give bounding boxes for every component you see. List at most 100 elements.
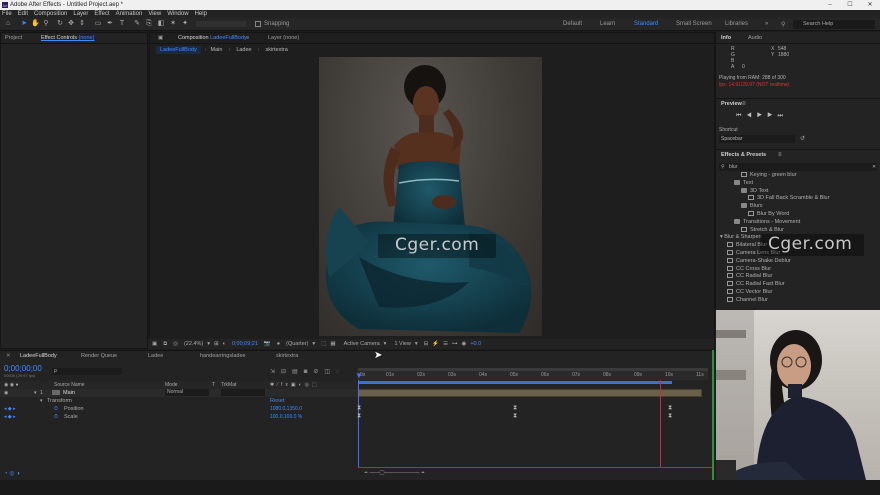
menu-composition[interactable]: Composition (34, 11, 67, 17)
playhead-line[interactable] (358, 380, 359, 468)
breadcrumb-skirtextra[interactable]: skirtextra (265, 47, 287, 53)
grid-icon[interactable]: ⊞ (214, 341, 219, 347)
layer-row-main[interactable]: ◉ ▾ 1 Main Normal (0, 389, 358, 397)
timeline-icon[interactable]: ☰ (443, 341, 448, 347)
composition-viewer-image[interactable] (319, 57, 542, 336)
roi-icon[interactable]: ⬚ (321, 341, 326, 347)
tab-layer[interactable]: Layer (none) (268, 35, 299, 41)
menu-window[interactable]: Window (167, 11, 188, 17)
clear-search-icon[interactable]: ✕ (872, 164, 876, 170)
effects-list-item[interactable]: Camera-Shake Deblur (727, 258, 791, 264)
home-icon[interactable]: ⌂ (4, 20, 12, 28)
tab-composition[interactable]: Composition LadeeFullBody (178, 35, 247, 41)
effects-list-item[interactable]: 3D Text (741, 188, 769, 194)
minimize-button[interactable]: – (820, 0, 840, 10)
tab-audio[interactable]: Audio (748, 35, 762, 41)
stopwatch-icon[interactable]: ⏱ (54, 406, 58, 412)
brush-tool-icon[interactable]: ✎ (133, 20, 141, 28)
position-property-row[interactable]: ◂ ◆ ▸ ⏱ Position 1080.0,1350.0 (0, 405, 358, 413)
effects-list-item[interactable]: Text (734, 180, 753, 186)
clone-stamp-tool-icon[interactable]: ⎘ (145, 20, 153, 28)
rectangle-tool-icon[interactable]: ▭ (94, 20, 102, 28)
exposure-value[interactable]: +0.0 (470, 341, 481, 347)
snapshot-icon[interactable]: 📷 (264, 341, 271, 347)
reset-icon[interactable]: ↺ (800, 135, 805, 142)
camera-dropdown[interactable]: Active Camera (344, 341, 380, 347)
effects-list-item[interactable]: Blur By Word (748, 211, 789, 217)
search-help-field[interactable]: Search Help (793, 20, 875, 29)
keyframe-nav-icon[interactable]: ◂ ◆ ▸ (4, 414, 16, 420)
transform-label[interactable]: Transform (47, 398, 72, 404)
eraser-tool-icon[interactable]: ◧ (157, 20, 165, 28)
comp-menu-icon[interactable]: ≡ (246, 35, 249, 41)
transform-reset-link[interactable]: Reset (270, 398, 284, 404)
channel-icon[interactable]: ◐ (223, 341, 226, 347)
3d-draft-icon[interactable]: ⧉ (163, 341, 167, 348)
viewer-timecode[interactable]: 0;00;09;21 (232, 341, 258, 347)
toggle-pixel-aspect-icon[interactable]: ⊟ (424, 341, 429, 347)
workspace-default[interactable]: Default (563, 21, 582, 27)
source-name-header[interactable]: Source Name (54, 382, 85, 388)
menu-help[interactable]: Help (195, 11, 207, 17)
effects-list-item[interactable]: CC Vector Blur (727, 289, 772, 295)
effects-list-item[interactable]: Transitions - Movement (734, 219, 800, 225)
layer-mode-dropdown[interactable]: Normal (165, 389, 209, 396)
effects-list-item[interactable]: Keying - green blur (741, 172, 796, 178)
keyframe-nav-icon[interactable]: ◂ ◆ ▸ (4, 406, 16, 412)
breadcrumb-main[interactable]: Main (211, 47, 223, 53)
zoom-tool-icon[interactable]: ⚲ (42, 20, 50, 28)
work-area-end-marker[interactable] (660, 380, 661, 468)
shortcut-dropdown[interactable]: Spacebar (719, 135, 795, 143)
effects-list-item[interactable]: Blurs (741, 203, 763, 209)
always-preview-icon[interactable]: ▣ (152, 341, 157, 347)
time-ruler[interactable]: 0s 01s 02s 03s 04s 05s 06s 07s 08s 09s 1… (358, 368, 708, 380)
workspaces-overflow-icon[interactable]: » (765, 21, 768, 27)
keyframe-icon[interactable]: ⧗ (513, 413, 517, 420)
workspace-standard[interactable]: Standard (634, 21, 658, 27)
effects-search-input[interactable]: blur (719, 163, 877, 171)
hand-tool-icon[interactable]: ✋ (31, 20, 40, 28)
puppet-pin-tool-icon[interactable]: ✦ (181, 20, 189, 28)
workspace-libraries[interactable]: Libraries (725, 21, 748, 27)
effects-list-item[interactable]: ▾ Blur & Sharpen (720, 234, 762, 240)
pen-tool-icon[interactable]: ✒ (106, 20, 114, 28)
zoom-dropdown[interactable]: (22.4%) (184, 341, 203, 347)
orbit-camera-tool-icon[interactable]: ↻ (56, 20, 64, 28)
flowchart-icon[interactable]: ⊶ (452, 341, 458, 347)
effects-list-item[interactable]: 3D Fall Back Scramble & Blur (748, 195, 829, 201)
mode-header[interactable]: Mode (165, 382, 178, 388)
breadcrumb-ladee[interactable]: Ladee (236, 47, 251, 53)
timeline-switch-icons[interactable]: ⇲⊟▤◙⊘◫◌ (270, 368, 346, 375)
menu-icon[interactable]: ≡ (778, 152, 782, 158)
resolution-dropdown[interactable]: (Quarter) (286, 341, 308, 347)
show-channel-icon[interactable]: ● (277, 341, 280, 347)
render-time-icon[interactable]: ◔ ◎ ◑ (4, 470, 20, 477)
effects-list-item[interactable]: CC Radial Blur (727, 273, 772, 279)
tab-effect-controls[interactable]: Effect Controls (none) (41, 35, 94, 41)
trkmat-dropdown[interactable] (221, 389, 265, 396)
scale-property-row[interactable]: ◂ ◆ ▸ ⏱ Scale 100.0,100.0 % (0, 413, 358, 421)
reset-exposure-icon[interactable]: ◉ (462, 341, 467, 347)
layer-name[interactable]: Main (63, 390, 75, 396)
tab-info[interactable]: Info (721, 35, 731, 41)
breadcrumb-ladeefullbody[interactable]: LadeeFullBody (156, 45, 201, 54)
type-tool-icon[interactable]: T (118, 20, 126, 28)
transform-group-row[interactable]: ▾ Transform Reset (0, 397, 358, 405)
maximize-button[interactable]: ☐ (840, 0, 860, 10)
timeline-search-input[interactable]: ρ (52, 368, 122, 375)
transparency-grid-icon[interactable]: ▦ (330, 341, 335, 347)
trkmat-header[interactable]: TrkMat (221, 382, 236, 388)
work-area-range[interactable] (358, 381, 672, 384)
stopwatch-icon[interactable]: ⏱ (54, 414, 58, 420)
effects-list-item[interactable]: CC Radial Fast Blur (727, 281, 785, 287)
selection-tool-icon[interactable]: ➤ (20, 20, 28, 28)
current-time-display[interactable]: 0;00;00;00 (4, 364, 42, 373)
menu-animation[interactable]: Animation (116, 11, 143, 17)
scale-value[interactable]: 100.0,100.0 % (270, 414, 302, 420)
close-window-button[interactable]: ✕ (860, 0, 880, 10)
search-icon[interactable]: ⚲ (781, 21, 785, 28)
work-area-bar[interactable] (358, 368, 708, 371)
mask-visibility-icon[interactable]: ◎ (173, 341, 178, 347)
position-value[interactable]: 1080.0,1350.0 (270, 406, 302, 412)
fast-previews-icon[interactable]: ⚡ (432, 341, 439, 347)
